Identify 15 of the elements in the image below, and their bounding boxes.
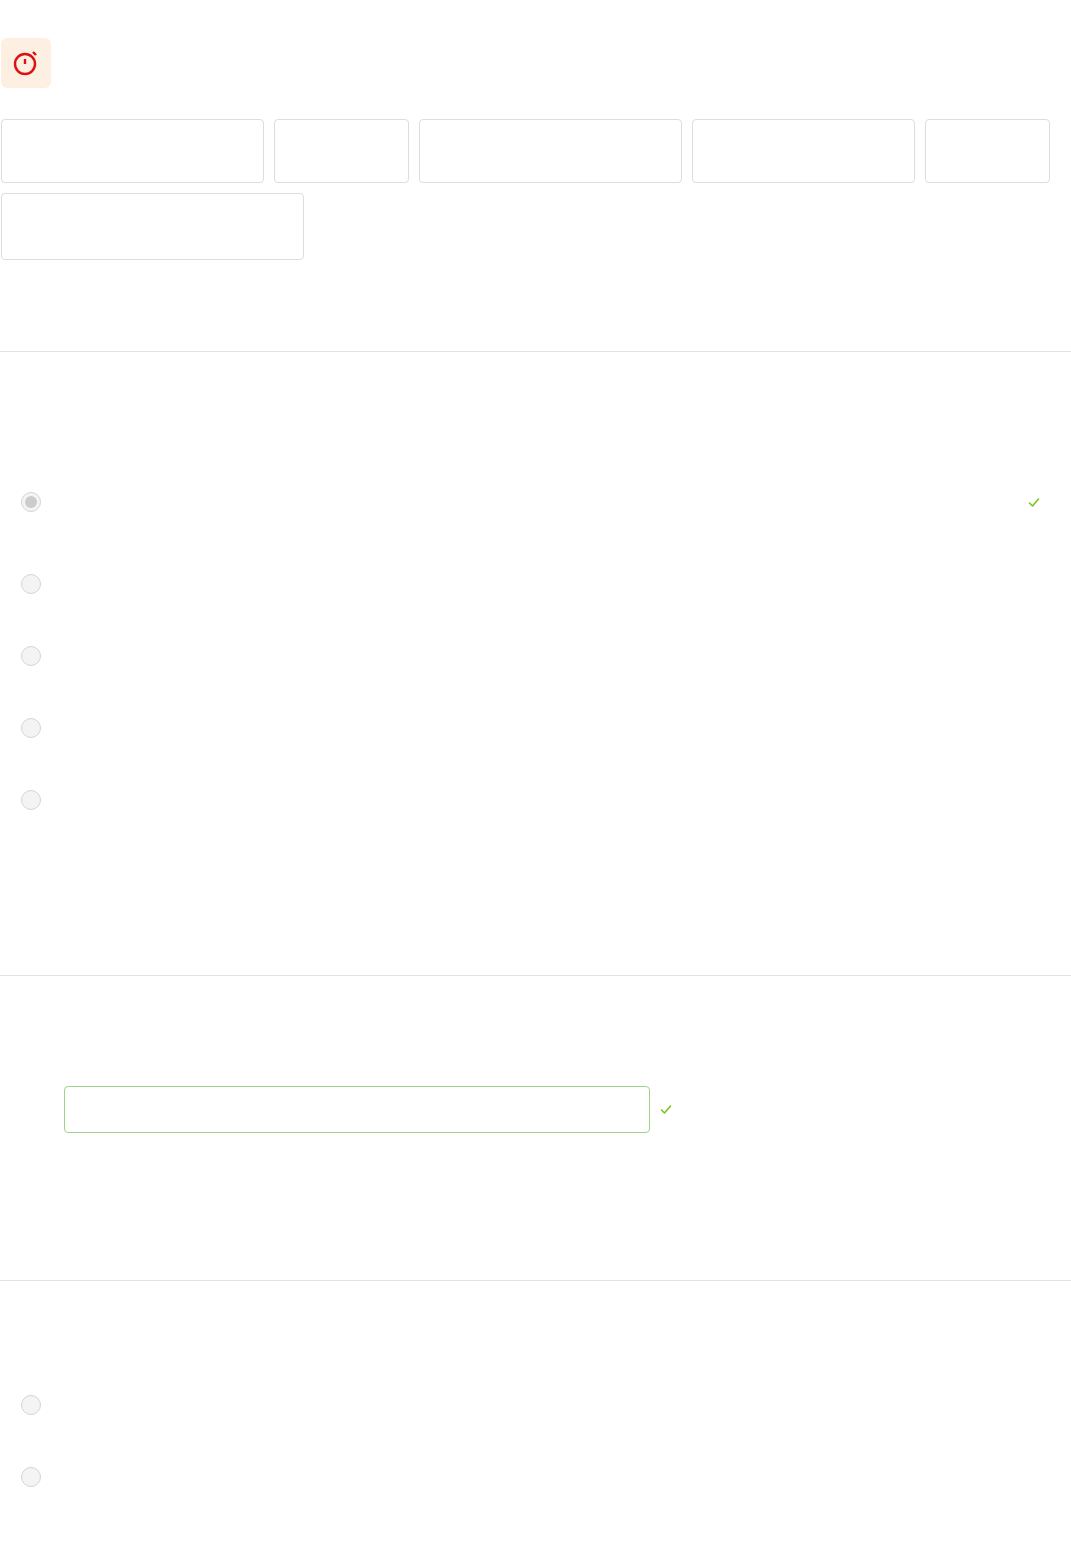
answer-tile[interactable] xyxy=(925,119,1050,183)
answer-tile[interactable] xyxy=(419,119,682,183)
check-icon xyxy=(659,1103,673,1116)
answer-tile[interactable] xyxy=(692,119,915,183)
answer-field[interactable] xyxy=(64,1086,650,1133)
radio-button[interactable] xyxy=(21,574,41,594)
radio-button[interactable] xyxy=(21,790,41,810)
radio-button[interactable] xyxy=(21,492,41,512)
answer-tile[interactable] xyxy=(1,193,304,260)
answer-tile[interactable] xyxy=(1,119,264,183)
radio-button[interactable] xyxy=(21,718,41,738)
radio-button[interactable] xyxy=(21,1395,41,1415)
radio-button[interactable] xyxy=(21,646,41,666)
radio-button[interactable] xyxy=(21,1467,41,1487)
answer-tile[interactable] xyxy=(274,119,409,183)
